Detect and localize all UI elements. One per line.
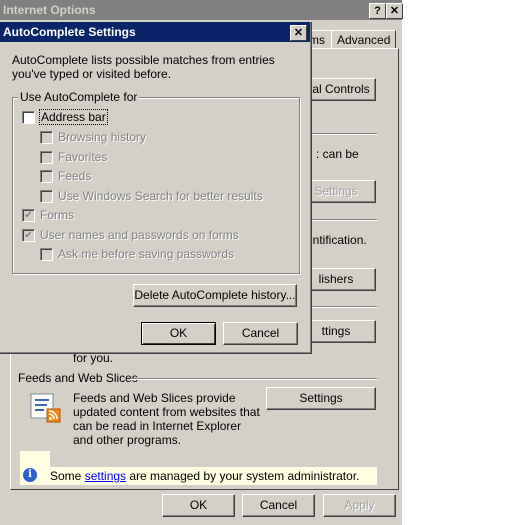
content-text-fragment: : can be <box>316 147 359 161</box>
checkbox-box[interactable] <box>40 248 53 261</box>
dialog-title: AutoComplete Settings <box>3 25 136 39</box>
dialog-title-bar: AutoComplete Settings ✕ <box>0 22 310 42</box>
admin-message: Some settings are managed by your system… <box>50 469 359 483</box>
help-button[interactable]: ? <box>369 3 386 19</box>
admin-message-prefix: Some <box>50 469 85 483</box>
info-bar-fragment <box>20 451 50 467</box>
checkbox-box[interactable] <box>40 131 53 144</box>
checkbox-label: Address bar <box>39 109 108 125</box>
feeds-settings-button[interactable]: Settings <box>266 387 376 410</box>
certificates-text-fragment: entification. <box>306 233 367 247</box>
checkbox-label: Use Windows Search for better results <box>58 189 263 203</box>
window-title: Internet Options <box>3 3 96 17</box>
checkbox-label: Browsing history <box>58 130 147 144</box>
feeds-section-title: Feeds and Web Slices <box>18 371 138 385</box>
cancel-button[interactable]: Cancel <box>242 494 315 517</box>
dialog-description: AutoComplete lists possible matches from… <box>12 53 275 81</box>
dialog-ok-button[interactable]: OK <box>141 322 216 345</box>
checkbox-box[interactable] <box>40 170 53 183</box>
checkmark-icon[interactable]: ✔ <box>22 209 35 222</box>
ok-button[interactable]: OK <box>162 494 235 517</box>
feeds-rss-icon <box>30 393 62 423</box>
group-label: Use AutoComplete for <box>18 90 140 104</box>
info-icon: i <box>23 468 37 482</box>
close-button[interactable]: ✕ <box>386 3 403 19</box>
checkbox-box[interactable] <box>40 151 53 164</box>
delete-autocomplete-history-button[interactable]: Delete AutoComplete history... <box>133 284 297 307</box>
title-bar: Internet Options ? ✕ <box>0 0 403 20</box>
checkbox-label: Feeds <box>58 169 92 183</box>
feeds-description: Feeds and Web Slices provide updated con… <box>73 391 260 447</box>
tab-advanced[interactable]: Advanced <box>331 30 397 49</box>
dialog-close-button[interactable]: ✕ <box>290 25 307 41</box>
checkbox-label: Ask me before saving passwords <box>58 247 235 261</box>
settings-link[interactable]: settings <box>85 469 126 483</box>
admin-message-suffix: are managed by your system administrator… <box>126 469 360 483</box>
checkbox-box[interactable] <box>22 111 35 124</box>
checkbox-box[interactable] <box>40 190 53 203</box>
admin-info-bar: i Some settings are managed by your syst… <box>20 467 377 485</box>
checkbox-label: User names and passwords on forms <box>40 228 239 242</box>
checkmark-icon[interactable]: ✔ <box>22 229 35 242</box>
checkbox-label: Forms <box>40 208 74 222</box>
autocomplete-settings-dialog: AutoComplete Settings ✕ AutoComplete lis… <box>0 22 312 354</box>
divider <box>130 378 377 380</box>
apply-button[interactable]: Apply <box>323 494 396 517</box>
checkbox-label: Favorites <box>58 150 108 164</box>
dialog-cancel-button[interactable]: Cancel <box>223 322 298 345</box>
